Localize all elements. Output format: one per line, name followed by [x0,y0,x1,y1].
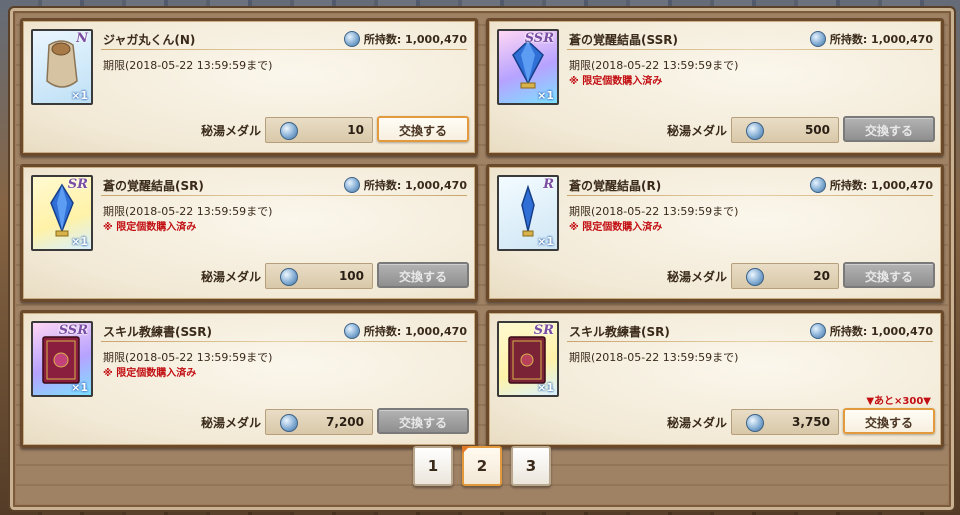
item-name: 蒼の覚醒結晶(R) [569,179,662,193]
pagination: 1 2 3 [0,446,960,491]
currency-label: 秘湯メダル [667,416,728,430]
medal-icon [746,414,764,432]
exchange-item-card: R ×1 蒼の覚醒結晶(R) 所持数: 1,000,470 期限(2018-05… [486,164,944,302]
exchange-item-card: N ×1 ジャガ丸くん(N) 所持数: 1,000,470 期限(2018-05… [20,18,478,156]
exchange-button[interactable]: 交換する [843,408,935,434]
exchange-button-disabled[interactable]: 交換する [377,408,469,434]
item-name: 蒼の覚醒結晶(SR) [103,179,204,193]
medal-icon [746,268,764,286]
price-value: 100 [338,269,364,283]
quantity-label: ×1 [537,235,554,248]
quantity-label: ×1 [537,381,554,394]
item-thumbnail: N ×1 [31,29,93,105]
remaining-count: ▼あと×300▼ [866,396,931,407]
divider [101,49,467,50]
owned-count: 所持数: 1,000,470 [809,177,933,193]
rarity-badge: SR [533,323,554,338]
item-thumbnail: SR ×1 [497,321,559,397]
price-box: 3,750 [731,409,839,435]
divider [567,195,933,196]
price-box: 100 [265,263,373,289]
item-name: ジャガ丸くん(N) [103,33,196,47]
exchange-button-disabled[interactable]: 交換する [843,262,935,288]
quantity-label: ×1 [537,89,554,102]
item-thumbnail: SSR ×1 [31,321,93,397]
exchange-item-card: SSR ×1 スキル教練書(SSR) 所持数: 1,000,470 期限(201… [20,310,478,448]
rarity-badge: R [543,177,554,192]
item-name: スキル教練書(SSR) [103,325,212,339]
medal-icon [343,177,360,193]
currency-label: 秘湯メダル [201,270,262,284]
price-value: 7,200 [326,415,364,429]
expiry-text: 期限(2018-05-22 13:59:59まで) [569,59,739,72]
rarity-badge: SSR [524,31,554,46]
divider [101,195,467,196]
medal-icon [280,268,298,286]
exchange-item-card: SR ×1 蒼の覚醒結晶(SR) 所持数: 1,000,470 期限(2018-… [20,164,478,302]
owned-count: 所持数: 1,000,470 [343,323,467,339]
price-value: 500 [804,123,830,137]
limit-note: ※ 限定個数購入済み [569,222,663,233]
limit-note: ※ 限定個数購入済み [569,76,663,87]
price-value: 20 [813,269,830,283]
owned-count: 所持数: 1,000,470 [343,177,467,193]
currency-label: 秘湯メダル [201,416,262,430]
medal-icon [343,31,360,47]
item-thumbnail: SSR ×1 [497,29,559,105]
expiry-text: 期限(2018-05-22 13:59:59まで) [103,59,273,72]
rarity-badge: N [76,31,88,46]
exchange-item-card: SSR ×1 蒼の覚醒結晶(SSR) 所持数: 1,000,470 期限(201… [486,18,944,156]
currency-label: 秘湯メダル [201,124,262,138]
item-name: 蒼の覚醒結晶(SSR) [569,33,678,47]
page-button-3[interactable]: 3 [511,446,551,486]
divider [101,341,467,342]
medal-icon [809,177,826,193]
limit-note: ※ 限定個数購入済み [103,222,197,233]
medal-icon [280,122,298,140]
expiry-text: 期限(2018-05-22 13:59:59まで) [103,205,273,218]
medal-icon [809,323,826,339]
currency-label: 秘湯メダル [667,270,728,284]
rarity-badge: SSR [58,323,88,338]
quantity-label: ×1 [71,381,88,394]
quantity-label: ×1 [71,89,88,102]
owned-count: 所持数: 1,000,470 [809,323,933,339]
expiry-text: 期限(2018-05-22 13:59:59まで) [103,351,273,364]
exchange-button-disabled[interactable]: 交換する [377,262,469,288]
page-button-2-current[interactable]: 2 [462,446,502,486]
exchange-item-card: SR ×1 スキル教練書(SR) 所持数: 1,000,470 期限(2018-… [486,310,944,448]
medal-icon [809,31,826,47]
divider [567,341,933,342]
price-box: 500 [731,117,839,143]
price-value: 10 [347,123,364,137]
medal-icon [280,414,298,432]
price-box: 20 [731,263,839,289]
rarity-badge: SR [67,177,88,192]
price-value: 3,750 [792,415,830,429]
exchange-button[interactable]: 交換する [377,116,469,142]
exchange-button-disabled[interactable]: 交換する [843,116,935,142]
price-box: 7,200 [265,409,373,435]
page-button-1[interactable]: 1 [413,446,453,486]
expiry-text: 期限(2018-05-22 13:59:59まで) [569,205,739,218]
currency-label: 秘湯メダル [667,124,728,138]
owned-count: 所持数: 1,000,470 [343,31,467,47]
exchange-item-grid: N ×1 ジャガ丸くん(N) 所持数: 1,000,470 期限(2018-05… [12,12,948,458]
price-box: 10 [265,117,373,143]
quantity-label: ×1 [71,235,88,248]
divider [567,49,933,50]
item-thumbnail: SR ×1 [31,175,93,251]
item-thumbnail: R ×1 [497,175,559,251]
expiry-text: 期限(2018-05-22 13:59:59まで) [569,351,739,364]
medal-icon [746,122,764,140]
limit-note: ※ 限定個数購入済み [103,368,197,379]
owned-count: 所持数: 1,000,470 [809,31,933,47]
item-name: スキル教練書(SR) [569,325,670,339]
medal-icon [343,323,360,339]
